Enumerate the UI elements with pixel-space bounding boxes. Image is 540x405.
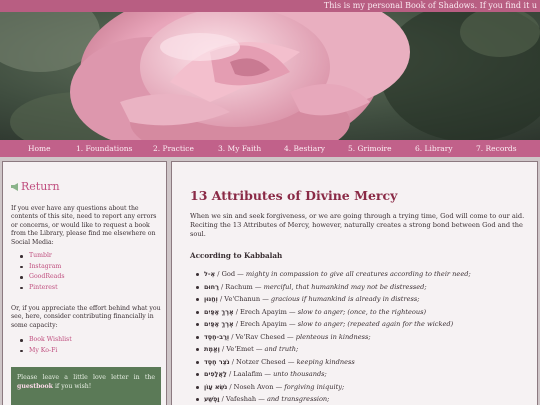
link-pinterest[interactable]: Pinterest	[17, 283, 65, 294]
attribute-meaning: keeping kindness	[296, 357, 355, 366]
attribute-item: אֵ-ל / God — mighty in compassion to giv…	[194, 268, 471, 281]
main-content: 13 Attributes of Divine Mercy When we si…	[171, 161, 538, 405]
attribute-name: / Erech Apayim —	[233, 307, 298, 316]
attribute-item: וָפֶשַׁע / Vafeshah — and transgression;	[194, 393, 471, 405]
link-ko-fi[interactable]: My Ko-Fi	[17, 346, 72, 357]
contact-text: If you ever have any questions about the…	[11, 205, 157, 246]
main-navigation: Home 1. Foundations 2. Practice 3. My Fa…	[0, 140, 540, 157]
attribute-name: / Rachum —	[218, 282, 264, 291]
header-banner	[0, 12, 540, 140]
attribute-name: / Notzer Chesed —	[229, 357, 297, 366]
support-links-list: Book Wishlist My Ko-Fi	[17, 335, 72, 356]
attribute-hebrew: אֶרֶךְ אַפַּיִם	[204, 307, 234, 316]
page-title: 13 Attributes of Divine Mercy	[190, 188, 398, 203]
attribute-hebrew: וֶאֱמֶת	[204, 345, 220, 353]
attributes-list: אֵ-ל / God — mighty in compassion to giv…	[194, 268, 471, 405]
return-link[interactable]: Return	[11, 180, 60, 193]
nav-bestiary[interactable]: 4. Bestiary	[284, 144, 325, 153]
attribute-name: / Ve'Rav Chesed —	[229, 332, 296, 341]
intro-paragraph: When we sin and seek forgiveness, or we …	[190, 212, 525, 239]
attribute-item: וֶאֱמֶת / Ve'Emet — and truth;	[194, 343, 471, 356]
attribute-hebrew: נֹשֵׂא עָוֹן	[204, 382, 228, 391]
attribute-name: / God —	[215, 270, 246, 278]
marquee-bar: This is my personal Book of Shadows. If …	[0, 0, 540, 12]
attribute-hebrew: נֹצֵר חֶסֶד	[204, 357, 230, 366]
attribute-meaning: gracious if humankind is already in dist…	[270, 295, 420, 303]
sidebar: Return If you ever have any questions ab…	[2, 161, 167, 405]
attribute-name: / Vafeshah —	[219, 395, 267, 403]
support-text: Or, if you appreciate the effort behind …	[11, 305, 161, 329]
nav-my-faith[interactable]: 3. My Faith	[218, 144, 261, 153]
link-tumblr[interactable]: Tumblr	[17, 251, 65, 262]
attribute-name: / Laalafim —	[226, 370, 274, 378]
nav-library[interactable]: 6. Library	[415, 144, 453, 153]
attribute-name: / Noseh Avon —	[227, 382, 285, 391]
attribute-hebrew: רַחוּם	[204, 282, 219, 291]
rose-photo	[0, 12, 540, 140]
attribute-meaning: and truth;	[264, 345, 299, 353]
nav-home[interactable]: Home	[28, 144, 51, 153]
attribute-hebrew: אֵ-ל	[204, 270, 216, 278]
nav-practice[interactable]: 2. Practice	[153, 144, 194, 153]
attribute-hebrew: וְרַב-חֶסֶד	[204, 332, 230, 341]
attribute-name: / Erech Apayim —	[233, 320, 298, 328]
attribute-hebrew: אֶרֶךְ אַפַּיִם	[204, 320, 234, 328]
nav-grimoire[interactable]: 5. Grimoire	[348, 144, 392, 153]
attribute-meaning: slow to anger; (repeated again for the w…	[297, 320, 454, 328]
attribute-item: לָאֲלָפִים / Laalafim — unto thousands;	[194, 368, 471, 381]
attribute-item: נֹצֵר חֶסֶד / Notzer Chesed — keeping ki…	[194, 356, 471, 369]
link-goodreads[interactable]: GoodReads	[17, 272, 65, 283]
attribute-meaning: and transgression;	[266, 395, 330, 403]
section-heading: According to Kabbalah	[190, 251, 283, 260]
attribute-meaning: slow to anger; (once, to the righteous)	[297, 307, 427, 316]
attribute-hebrew: וְחַנּוּן	[204, 295, 218, 303]
marquee-text: This is my personal Book of Shadows. If …	[323, 1, 537, 10]
guestbook-link[interactable]: guestbook	[17, 383, 53, 390]
guestbook-box: Please leave a little love letter in the…	[11, 367, 161, 405]
attribute-hebrew: לָאֲלָפִים	[204, 370, 227, 378]
attribute-hebrew: וָפֶשַׁע	[204, 395, 220, 403]
guestbook-text-before: Please leave a little love letter in the	[17, 374, 155, 381]
attribute-item: אֶרֶךְ אַפַּיִם / Erech Apayim — slow to…	[194, 306, 471, 319]
nav-records[interactable]: 7. Records	[476, 144, 517, 153]
attribute-name: / Ve'Chanun —	[217, 295, 271, 303]
attribute-item: נֹשֵׂא עָוֹן / Noseh Avon — forgiving in…	[194, 381, 471, 394]
attribute-meaning: merciful, that humankind may not be dist…	[263, 282, 427, 291]
attribute-item: אֶרֶךְ אַפַּיִם / Erech Apayim — slow to…	[194, 318, 471, 331]
attribute-meaning: forgiving iniquity;	[284, 382, 345, 391]
link-book-wishlist[interactable]: Book Wishlist	[17, 335, 72, 346]
social-links-list: Tumblr Instagram GoodReads Pinterest	[17, 251, 65, 293]
return-label: Return	[21, 180, 60, 193]
attribute-item: וְחַנּוּן / Ve'Chanun — gracious if huma…	[194, 293, 471, 306]
guestbook-text-after: if you wish!	[54, 383, 92, 390]
attribute-name: / Ve'Emet —	[219, 345, 265, 353]
attribute-item: רַחוּם / Rachum — merciful, that humanki…	[194, 281, 471, 294]
attribute-meaning: plenteous in kindness;	[295, 332, 371, 341]
nav-foundations[interactable]: 1. Foundations	[76, 144, 132, 153]
attribute-meaning: unto thousands;	[273, 370, 327, 378]
attribute-meaning: mighty in compassion to give all creatur…	[245, 270, 471, 278]
link-instagram[interactable]: Instagram	[17, 262, 65, 273]
arrow-left-icon	[11, 182, 18, 191]
attribute-item: וְרַב-חֶסֶד / Ve'Rav Chesed — plenteous …	[194, 331, 471, 344]
